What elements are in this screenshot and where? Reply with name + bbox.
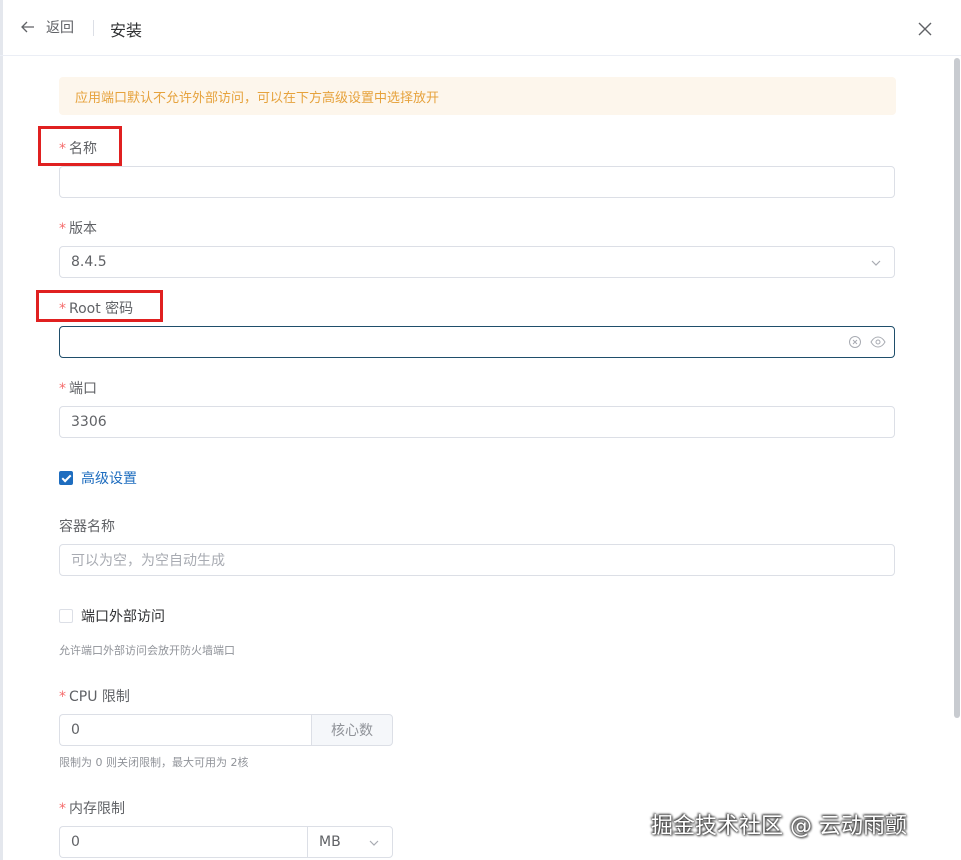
- arrow-left-icon: [21, 21, 34, 33]
- name-label: * 名称: [59, 138, 97, 158]
- required-mark: *: [59, 381, 66, 397]
- password-input-icons: [840, 335, 886, 349]
- cpu-limit-hint: 限制为 0 则关闭限制，最大可用为 2核: [59, 756, 249, 769]
- advanced-settings-checkbox[interactable]: 高级设置: [59, 468, 137, 488]
- required-mark: *: [59, 301, 66, 317]
- version-select[interactable]: 8.4.5: [59, 246, 895, 278]
- root-password-input[interactable]: [59, 326, 895, 358]
- name-label-text: 名称: [69, 141, 97, 157]
- checkbox-checked-icon[interactable]: [59, 471, 73, 485]
- external-access-checkbox[interactable]: 端口外部访问: [59, 606, 165, 626]
- port-input-value: 3306: [71, 414, 107, 430]
- memory-limit-group: 0 MB: [59, 826, 393, 858]
- required-mark: *: [59, 221, 66, 237]
- required-mark: *: [59, 689, 66, 705]
- memory-limit-label-text: 内存限制: [69, 801, 125, 817]
- required-mark: *: [59, 801, 66, 817]
- root-password-label-text: Root 密码: [69, 301, 134, 317]
- memory-limit-label: * 内存限制: [59, 798, 125, 818]
- alert-text: 应用端口默认不允许外部访问，可以在下方高级设置中选择放开: [75, 90, 440, 106]
- cpu-limit-label: * CPU 限制: [59, 686, 130, 706]
- cpu-limit-group: 0 核心数: [59, 714, 393, 746]
- watermark: 掘金技术社区 @ 云动雨颤: [651, 814, 907, 839]
- memory-limit-input[interactable]: 0: [59, 826, 307, 858]
- scrollbar-thumb[interactable]: [954, 58, 960, 718]
- chevron-down-icon: [871, 260, 881, 266]
- cpu-limit-label-text: CPU 限制: [69, 689, 130, 705]
- dialog-header: 返回 安装: [0, 0, 961, 56]
- container-name-label: 容器名称: [59, 516, 115, 536]
- container-name-placeholder: 可以为空，为空自动生成: [71, 553, 225, 569]
- memory-unit-select[interactable]: MB: [307, 826, 393, 858]
- version-label-text: 版本: [69, 221, 97, 237]
- container-name-input[interactable]: 可以为空，为空自动生成: [59, 544, 895, 576]
- external-access-label: 端口外部访问: [81, 609, 165, 625]
- checkbox-unchecked-icon[interactable]: [59, 609, 73, 623]
- page-title: 安装: [110, 21, 143, 40]
- port-label: * 端口: [59, 378, 97, 398]
- version-select-value: 8.4.5: [71, 254, 107, 270]
- container-name-label-text: 容器名称: [59, 519, 115, 535]
- back-label: 返回: [46, 20, 74, 36]
- clear-icon[interactable]: [848, 335, 862, 349]
- required-mark: *: [59, 141, 66, 157]
- port-input[interactable]: 3306: [59, 406, 895, 438]
- header-divider: [93, 20, 94, 36]
- memory-unit-value: MB: [319, 834, 341, 850]
- version-label: * 版本: [59, 218, 97, 238]
- cpu-limit-value: 0: [71, 722, 80, 738]
- back-button[interactable]: 返回: [20, 17, 74, 37]
- chevron-down-icon: [369, 840, 379, 846]
- eye-icon[interactable]: [870, 335, 886, 349]
- left-edge: [0, 0, 3, 860]
- name-input[interactable]: [59, 166, 895, 198]
- port-warning-alert: 应用端口默认不允许外部访问，可以在下方高级设置中选择放开: [59, 77, 896, 115]
- external-access-hint: 允许端口外部访问会放开防火墙端口: [59, 644, 235, 657]
- port-label-text: 端口: [69, 381, 97, 397]
- memory-limit-value: 0: [71, 834, 80, 850]
- cpu-limit-unit: 核心数: [311, 714, 393, 746]
- advanced-settings-label: 高级设置: [81, 471, 137, 487]
- cpu-limit-input[interactable]: 0: [59, 714, 311, 746]
- root-password-label: * Root 密码: [59, 298, 133, 318]
- close-icon[interactable]: [915, 19, 935, 39]
